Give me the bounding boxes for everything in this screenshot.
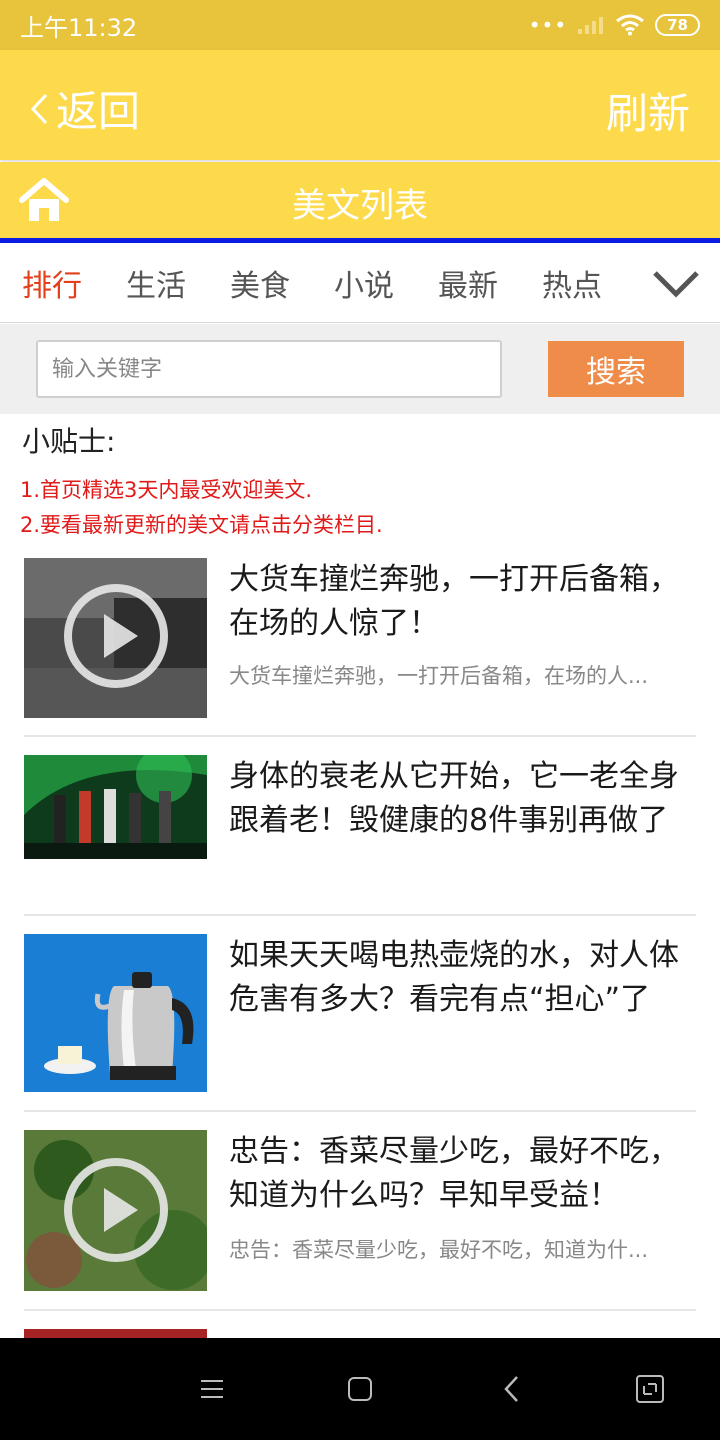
article-thumbnail (24, 1130, 207, 1291)
article-title: 如果天天喝电热壶烧的水，对人体危害有多大？看完有点“担心”了 (229, 938, 679, 1017)
article-thumbnail (24, 934, 207, 1092)
article-item[interactable]: 如果天天喝电热壶烧的水，对人体危害有多大？看完有点“担心”了 (24, 916, 696, 1112)
signal-icon (578, 17, 604, 34)
article-item[interactable]: 忠告：香菜尽量少吃，最好不吃，知道为什么吗？早知早受益！ 忠告：香菜尽量少吃，最… (24, 1112, 696, 1311)
article-summary: 忠告：香菜尽量少吃，最好不吃，知道为什... (229, 1238, 649, 1262)
home-square-icon[interactable] (345, 1374, 375, 1404)
tab-novel[interactable]: 小说 (312, 261, 416, 305)
article-thumbnail (24, 755, 207, 859)
battery-indicator: 78 (655, 14, 700, 36)
tab-latest[interactable]: 最新 (416, 261, 520, 305)
menu-icon[interactable] (197, 1374, 227, 1404)
search-button[interactable]: 搜索 (548, 341, 684, 397)
refresh-button[interactable]: 刷新 (606, 80, 690, 141)
article-title: 忠告：香菜尽量少吃，最好不吃，知道为什么吗？早知早受益！ (229, 1134, 679, 1213)
tab-food[interactable]: 美食 (208, 261, 312, 305)
title-bar: 美文列表 (0, 162, 720, 238)
app-root: 上午11:32 ••• 78 返回 刷新 美文列表 排行 生活 美食 小说 最新… (0, 0, 720, 1440)
search-input[interactable] (36, 340, 502, 398)
article-item[interactable]: 身体的衰老从它开始，它一老全身跟着老！毁健康的8件事别再做了 (24, 737, 696, 916)
back-button[interactable]: 返回 (28, 78, 140, 139)
tips-title: 小贴士: (22, 425, 116, 458)
tab-ranking[interactable]: 排行 (0, 261, 104, 305)
status-icons: ••• 78 (529, 13, 700, 37)
article-item[interactable]: 大货车撞烂奔驰，一打开后备箱，在场的人惊了！ 大货车撞烂奔驰，一打开后备箱，在场… (24, 540, 696, 737)
tab-hot[interactable]: 热点 (520, 261, 624, 305)
recent-apps-icon[interactable] (635, 1374, 665, 1404)
category-tabs: 排行 生活 美食 小说 最新 热点 (0, 243, 720, 323)
search-bar: 搜索 (0, 324, 720, 414)
wifi-icon (616, 14, 645, 36)
page-title: 美文列表 (292, 186, 428, 226)
dots-icon: ••• (528, 13, 568, 37)
back-label: 返回 (56, 87, 141, 136)
article-list: 大货车撞烂奔驰，一打开后备箱，在场的人惊了！ 大货车撞烂奔驰，一打开后备箱，在场… (24, 540, 696, 1359)
status-bar: 上午11:32 ••• 78 (0, 0, 720, 50)
chevron-down-icon[interactable] (652, 265, 700, 301)
article-title: 大货车撞烂奔驰，一打开后备箱，在场的人惊了！ (229, 562, 679, 641)
tip-line: 1.首页精选3天内最受欢迎美文. (20, 478, 313, 502)
status-time: 上午11:32 (20, 13, 138, 42)
app-header: 返回 刷新 (0, 50, 720, 160)
tip-line: 2.要看最新更新的美文请点击分类栏目. (20, 513, 383, 537)
chevron-left-icon (30, 93, 48, 124)
article-summary: 大货车撞烂奔驰，一打开后备箱，在场的人... (229, 664, 649, 688)
article-title: 身体的衰老从它开始，它一老全身跟着老！毁健康的8件事别再做了 (229, 759, 679, 838)
article-thumbnail (24, 558, 207, 718)
tab-life[interactable]: 生活 (104, 261, 208, 305)
system-nav-bar (0, 1338, 720, 1440)
back-arrow-icon[interactable] (497, 1374, 527, 1404)
